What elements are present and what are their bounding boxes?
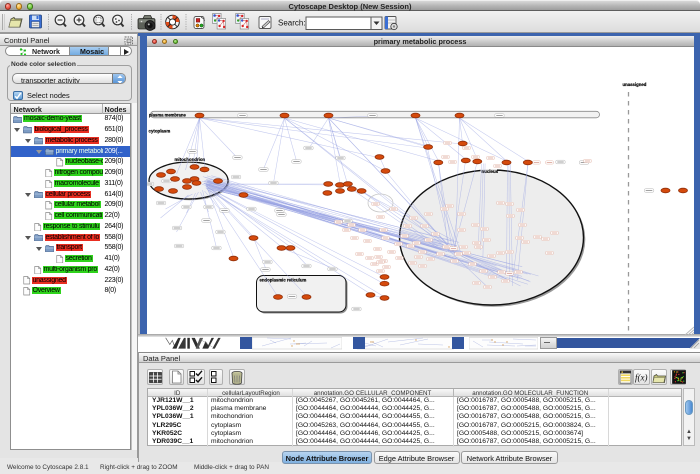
svg-text:f(x): f(x)	[635, 373, 648, 383]
svg-text:mitochondrion: mitochondrion	[174, 157, 205, 162]
svg-text:endoplasmic reticulum: endoplasmic reticulum	[259, 278, 306, 283]
svg-text:plasma membrane: plasma membrane	[149, 112, 186, 117]
svg-text:cytoplasm: cytoplasm	[148, 129, 170, 134]
svg-text:Search:: Search:	[278, 19, 306, 28]
svg-text:unassigned: unassigned	[622, 82, 646, 87]
svg-text:nucleus: nucleus	[481, 169, 498, 174]
